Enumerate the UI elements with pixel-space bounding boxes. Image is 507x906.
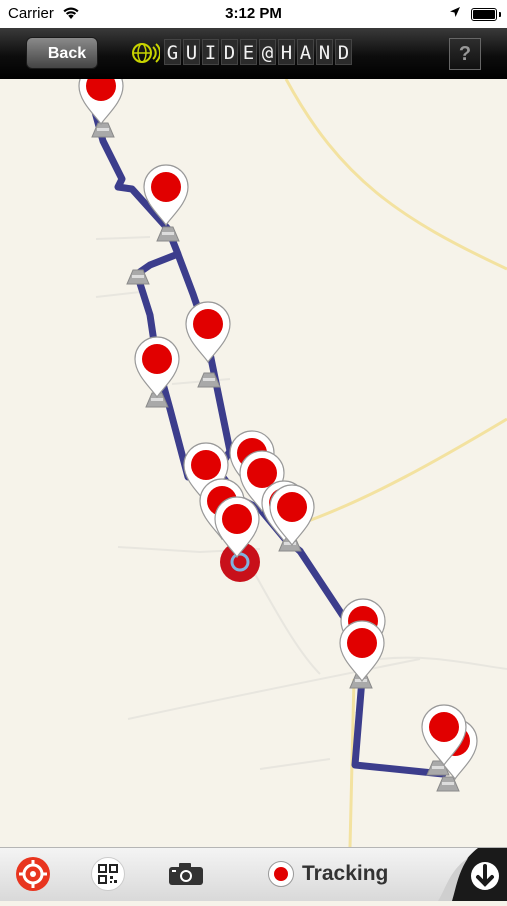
- logo-letter: I: [202, 39, 219, 65]
- tracking-label: Tracking: [302, 862, 389, 885]
- status-bar: Carrier 3:12 PM: [0, 0, 507, 28]
- help-button[interactable]: ?: [449, 38, 481, 70]
- logo-letter: D: [221, 39, 238, 65]
- help-label: ?: [458, 43, 472, 65]
- logo-letter: G: [164, 39, 181, 65]
- download-icon: [438, 848, 507, 901]
- camera-icon: [169, 863, 203, 885]
- back-label: Back: [47, 45, 87, 62]
- download-button[interactable]: [438, 848, 507, 901]
- globe-signal-icon: [132, 43, 160, 63]
- battery-icon: [471, 8, 497, 21]
- back-button[interactable]: Back: [26, 37, 98, 69]
- logo-letter: A: [297, 39, 314, 65]
- poi-pins[interactable]: [78, 63, 478, 780]
- tracking-toggle[interactable]: Tracking: [268, 858, 388, 890]
- camera-button[interactable]: [168, 862, 204, 891]
- logo-letter: U: [183, 39, 200, 65]
- logo-letter: D: [335, 39, 352, 65]
- bottom-toolbar: Tracking: [0, 847, 507, 901]
- logo-letter: @: [259, 39, 276, 65]
- nav-bar: Back G U I D E @ H A N D ?: [0, 28, 507, 79]
- clock: 3:12 PM: [225, 5, 282, 22]
- record-icon: [268, 861, 294, 887]
- qr-scan-button[interactable]: [91, 857, 125, 891]
- location-arrow-icon: [450, 7, 460, 17]
- logo-letter: H: [278, 39, 295, 65]
- logo-letter: E: [240, 39, 257, 65]
- map-canvas[interactable]: Ostroda: [0, 63, 507, 848]
- locate-button[interactable]: [16, 857, 50, 891]
- qr-code-icon: [98, 864, 118, 884]
- map-view[interactable]: Ostroda: [0, 63, 507, 848]
- logo-letter: N: [316, 39, 333, 65]
- logo-text: G U I D E @ H A N D: [164, 39, 352, 65]
- locate-icon: [19, 860, 47, 888]
- battery-tip: [499, 12, 501, 17]
